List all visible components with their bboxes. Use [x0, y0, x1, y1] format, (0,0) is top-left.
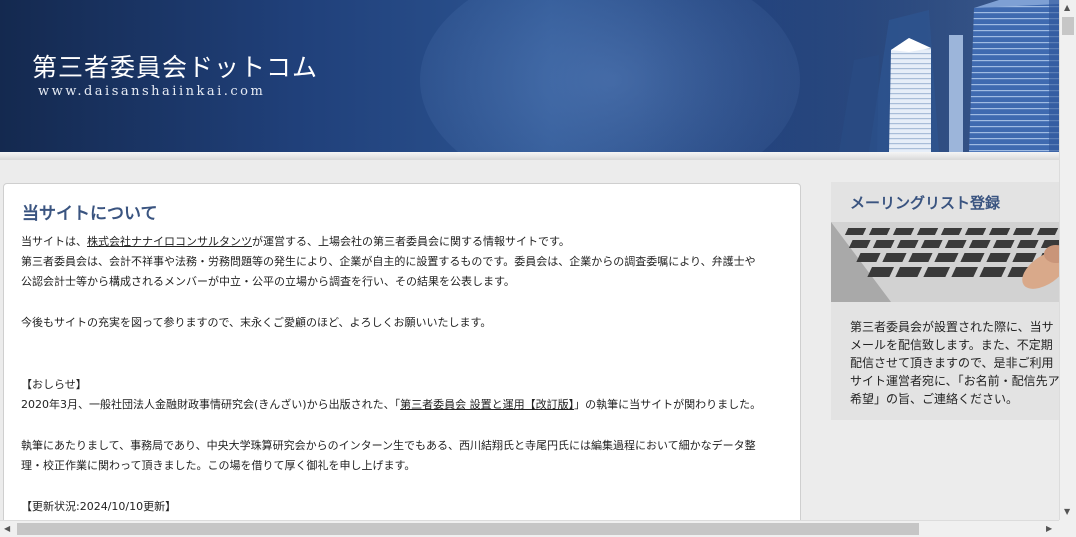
- company-link[interactable]: 株式会社ナナイロコンサルタンツ: [87, 235, 252, 248]
- vertical-scroll-thumb[interactable]: [1062, 17, 1074, 35]
- intro-line: 当サイトは、株式会社ナナイロコンサルタンツが運営する、上場会社の第三者委員会に関…: [21, 232, 570, 252]
- mailing-text-line: メールを配信致します。また、不定期: [850, 338, 1053, 352]
- scroll-left-arrow-icon[interactable]: ◀: [4, 524, 10, 533]
- about-text-line2: 第三者委員会は、会計不祥事や法務・労務問題等の発生により、企業が自主的に設置する…: [21, 255, 756, 268]
- thanks-line2: 理・校正作業に関わって頂きました。この場を借りて厚く御礼を申し上げます。: [21, 459, 416, 472]
- mailing-list-description: 第三者委員会が設置された際に、当サ メールを配信致します。また、不定期 配信させ…: [850, 318, 1059, 408]
- mailing-text-line: 配信させて頂きますので、是非ご利用: [850, 356, 1054, 370]
- mailing-text-line: 第三者委員会が設置された際に、当サ: [850, 320, 1054, 334]
- book-link[interactable]: 第三者委員会 設置と運用【改訂版】: [400, 398, 574, 411]
- about-section: 当サイトについて 当サイトは、株式会社ナナイロコンサルタンツが運営する、上場会社…: [3, 183, 801, 520]
- vertical-scrollbar[interactable]: ▲ ▼: [1059, 0, 1076, 520]
- keyboard-photo-icon: [831, 222, 1059, 302]
- horizontal-scrollbar[interactable]: ◀ ▶: [0, 520, 1059, 537]
- closing-message: 今後もサイトの充実を図って参りますので、末永くご愛顧のほど、よろしくお願いいたし…: [21, 316, 492, 329]
- mailing-text-line: 希望」の旨、ご連絡ください。: [850, 392, 1019, 406]
- browser-viewport: 第三者委員会ドットコム www.daisanshaiinkai.com 当サイト…: [0, 0, 1059, 520]
- intro-suffix: が運営する、上場会社の第三者委員会に関する情報サイトです。: [252, 235, 570, 248]
- banner-divider: [0, 152, 1059, 160]
- scrollbar-corner: [1059, 520, 1076, 537]
- news-line: 2020年3月、一般社団法人金融財政事情研究会(きんざい)から出版された、「第三…: [21, 395, 761, 415]
- horizontal-scroll-thumb[interactable]: [17, 523, 919, 535]
- update-status: 【更新状況:2024/10/10更新】: [21, 500, 177, 513]
- intro-prefix: 当サイトは、: [21, 235, 87, 248]
- mailing-list-panel: メーリングリスト登録 第三者委員会が設置された際に、当サ メールを配信致します。…: [831, 182, 1059, 420]
- mailing-list-heading: メーリングリスト登録: [850, 194, 1001, 212]
- thanks-line1: 執筆にあたりまして、事務局であり、中央大学珠算研究会からのインターン生でもある、…: [21, 439, 756, 452]
- scroll-right-arrow-icon[interactable]: ▶: [1046, 524, 1052, 533]
- news-suffix: 」の執筆に当サイトが関わりました。: [574, 398, 762, 411]
- scroll-down-arrow-icon[interactable]: ▼: [1064, 507, 1070, 516]
- mailing-text-line: サイト運営者宛に、「お名前・配信先ア: [850, 374, 1059, 388]
- city-skyline-image: [639, 0, 1059, 152]
- news-prefix: 2020年3月、一般社団法人金融財政事情研究会(きんざい)から出版された、「: [21, 398, 401, 411]
- site-url: www.daisanshaiinkai.com: [38, 84, 266, 99]
- site-title[interactable]: 第三者委員会ドットコム: [32, 48, 318, 84]
- about-heading: 当サイトについて: [22, 204, 158, 224]
- scroll-up-arrow-icon[interactable]: ▲: [1064, 3, 1070, 12]
- news-heading: 【おしらせ】: [21, 378, 87, 391]
- site-banner: 第三者委員会ドットコム www.daisanshaiinkai.com: [0, 0, 1059, 152]
- about-text-line3: 公認会計士等から構成されるメンバーが中立・公平の立場から調査を行い、その結果を公…: [21, 275, 515, 288]
